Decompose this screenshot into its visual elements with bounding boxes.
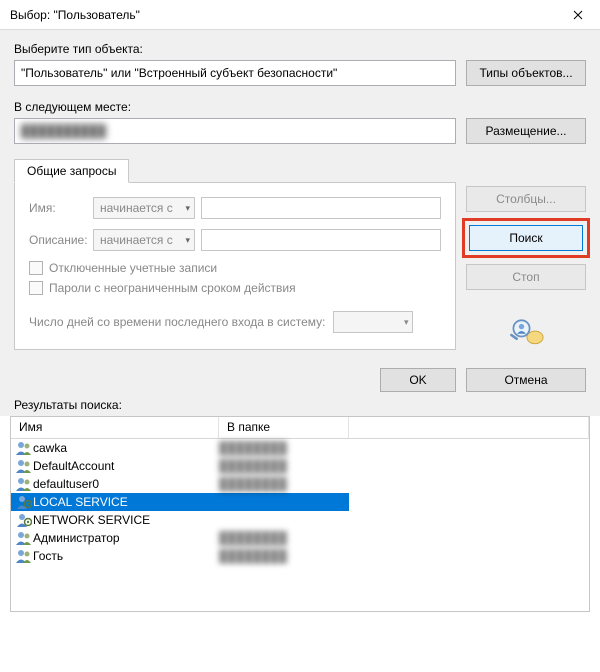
locations-button[interactable]: Размещение... — [466, 118, 586, 144]
service-user-icon — [15, 495, 33, 509]
column-header-name[interactable]: Имя — [11, 417, 219, 439]
row-folder: ████████ — [219, 549, 349, 563]
chevron-down-icon: ▾ — [185, 203, 190, 214]
window-title: Выбор: "Пользователь" — [10, 8, 140, 22]
chevron-down-icon: ▾ — [185, 235, 190, 246]
table-row[interactable]: LOCAL SERVICE — [11, 493, 349, 511]
last-login-days-dropdown[interactable]: ▾ — [333, 311, 413, 333]
table-row[interactable]: DefaultAccount████████ — [11, 457, 589, 475]
search-button[interactable]: Поиск — [469, 225, 583, 251]
location-label: В следующем месте: — [14, 100, 586, 114]
last-login-row: Число дней со времени последнего входа в… — [29, 311, 441, 333]
disabled-accounts-checkbox-row: Отключенные учетные записи — [29, 261, 441, 275]
row-folder: ████████ — [219, 441, 349, 455]
name-label: Имя: — [29, 201, 87, 215]
table-row[interactable]: defaultuser0████████ — [11, 475, 589, 493]
column-header-spacer — [349, 417, 589, 439]
description-filter-combo[interactable]: начинается с ▾ — [93, 229, 195, 251]
description-label: Описание: — [29, 233, 87, 247]
name-filter-mode: начинается с — [100, 201, 173, 215]
stop-button[interactable]: Стоп — [466, 264, 586, 290]
name-filter-combo[interactable]: начинается с ▾ — [93, 197, 195, 219]
results-listview[interactable]: Имя В папке cawka████████DefaultAccount█… — [10, 416, 590, 612]
row-name: DefaultAccount — [33, 459, 219, 473]
table-row[interactable]: Гость████████ — [11, 547, 589, 565]
ok-button[interactable]: OK — [380, 368, 456, 392]
row-folder: ████████ — [219, 477, 349, 491]
row-name: Гость — [33, 549, 219, 563]
disabled-accounts-checkbox[interactable] — [29, 261, 43, 275]
description-input[interactable] — [201, 229, 441, 251]
user-icon — [15, 441, 33, 455]
user-icon — [15, 531, 33, 545]
results-header: Имя В папке — [11, 417, 589, 439]
results-body: cawka████████DefaultAccount████████defau… — [11, 439, 589, 565]
row-name: defaultuser0 — [33, 477, 219, 491]
close-button[interactable] — [555, 0, 600, 30]
cancel-button[interactable]: Отмена — [466, 368, 586, 392]
dialog-body: Выберите тип объекта: "Пользователь" или… — [0, 30, 600, 398]
object-types-button[interactable]: Типы объектов... — [466, 60, 586, 86]
search-results-label: Результаты поиска: — [0, 398, 600, 416]
table-row[interactable]: Администратор████████ — [11, 529, 589, 547]
nonexpiring-passwords-label: Пароли с неограниченным сроком действия — [49, 281, 296, 295]
search-highlight: Поиск — [462, 218, 590, 258]
object-type-field: "Пользователь" или "Встроенный субъект б… — [14, 60, 456, 86]
titlebar: Выбор: "Пользователь" — [0, 0, 600, 30]
row-name: NETWORK SERVICE — [33, 513, 219, 527]
ok-cancel-row: OK Отмена — [14, 368, 586, 392]
row-name: Администратор — [33, 531, 219, 545]
user-icon — [15, 549, 33, 563]
tab-common-queries[interactable]: Общие запросы — [14, 159, 129, 183]
side-button-column: Столбцы... Поиск Стоп — [466, 182, 586, 350]
table-row[interactable]: NETWORK SERVICE — [11, 511, 589, 529]
row-folder: ████████ — [219, 531, 349, 545]
common-queries-panel: Имя: начинается с ▾ Описание: начинается… — [14, 182, 456, 350]
search-users-icon — [508, 317, 544, 350]
user-icon — [15, 477, 33, 491]
name-filter-row: Имя: начинается с ▾ — [29, 197, 441, 219]
row-folder: ████████ — [219, 459, 349, 473]
column-header-folder[interactable]: В папке — [219, 417, 349, 439]
disabled-accounts-label: Отключенные учетные записи — [49, 261, 217, 275]
nonexpiring-passwords-checkbox[interactable] — [29, 281, 43, 295]
columns-button[interactable]: Столбцы... — [466, 186, 586, 212]
location-field: ██████████ — [14, 118, 456, 144]
user-icon — [15, 459, 33, 473]
tabstrip: Общие запросы — [14, 158, 586, 182]
table-row[interactable]: cawka████████ — [11, 439, 589, 457]
row-name: LOCAL SERVICE — [33, 495, 219, 509]
close-icon — [573, 10, 583, 20]
object-type-label: Выберите тип объекта: — [14, 42, 586, 56]
chevron-down-icon: ▾ — [404, 317, 409, 328]
description-filter-mode: начинается с — [100, 233, 173, 247]
service-user-icon — [15, 513, 33, 527]
nonexpiring-passwords-checkbox-row: Пароли с неограниченным сроком действия — [29, 281, 441, 295]
last-login-label: Число дней со времени последнего входа в… — [29, 315, 325, 329]
desc-filter-row: Описание: начинается с ▾ — [29, 229, 441, 251]
name-input[interactable] — [201, 197, 441, 219]
row-name: cawka — [33, 441, 219, 455]
